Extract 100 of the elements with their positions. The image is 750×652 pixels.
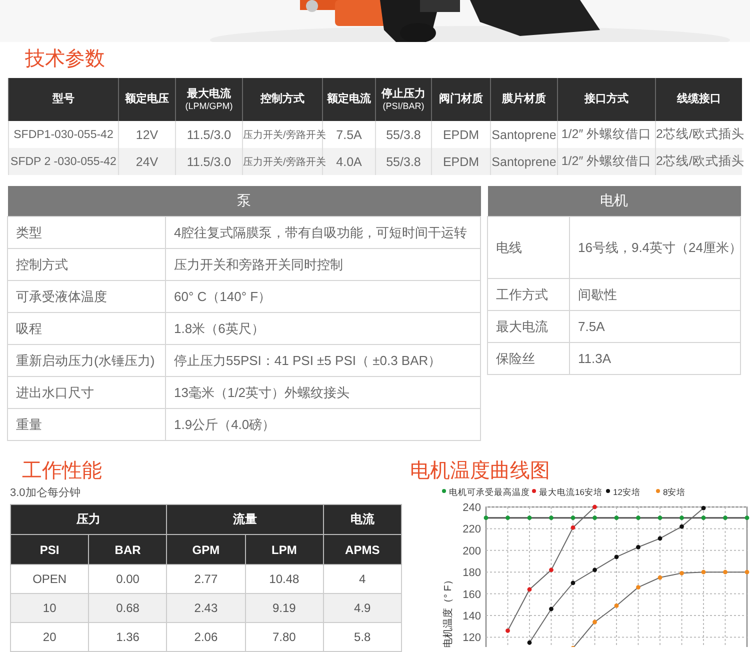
- table-cell: 5.8: [323, 622, 402, 652]
- point: [592, 504, 597, 510]
- point: [506, 628, 510, 633]
- row-value: 1.9公斤（4.0磅）: [166, 408, 480, 440]
- table-cell: 55/3.8: [376, 121, 432, 148]
- row-value: 间歇性: [570, 278, 740, 310]
- row-label: 可承受液体温度: [8, 280, 166, 312]
- column-header: 阀门材质: [432, 78, 490, 121]
- point: [614, 516, 619, 520]
- table-cell: SFDP1-030-055-42: [8, 121, 118, 148]
- group-header: 流量: [166, 504, 324, 534]
- point: [723, 570, 728, 574]
- point: [744, 516, 750, 520]
- point: [658, 536, 662, 541]
- table-cell: 10: [10, 594, 89, 622]
- column-header: BAR: [88, 534, 167, 564]
- y-tick-label: 180: [462, 567, 481, 580]
- point: [592, 568, 597, 572]
- row-label: 进出水口尺寸: [8, 376, 166, 408]
- table-cell: 10.48: [245, 564, 324, 594]
- point: [701, 506, 706, 510]
- row-value: 11.3A: [570, 342, 740, 374]
- group-header: 电流: [323, 504, 402, 534]
- point: [570, 516, 576, 520]
- column-header: 膜片材质: [490, 78, 558, 121]
- column-header: GPM: [166, 534, 246, 564]
- table-cell: 4.9: [323, 594, 402, 622]
- section-subtitle: 3.0加仑每分钟: [9, 486, 82, 501]
- column-header: PSI: [10, 534, 89, 564]
- column-header: 额定电流: [322, 78, 376, 121]
- legend-label: 最大电流16安培: [539, 487, 602, 497]
- table-cell: 11.5/3.0: [176, 121, 242, 148]
- column-header: 接口方式: [558, 78, 656, 121]
- column-header: 线缆接口: [656, 78, 742, 121]
- table-cell: 24V: [118, 148, 176, 175]
- point: [549, 568, 554, 572]
- point: [549, 606, 554, 612]
- point: [701, 570, 706, 574]
- table-cell: 2.06: [166, 622, 246, 652]
- section-title: 工作性能: [21, 459, 103, 483]
- table-cell: 0.00: [88, 564, 167, 594]
- point: [614, 604, 619, 608]
- table-cell: SFDP 2 -030-055-42: [8, 148, 118, 175]
- point: [592, 516, 597, 520]
- row-label: 重量: [8, 408, 166, 440]
- table-cell: 2.77: [166, 564, 246, 594]
- y-tick-label: 220: [462, 524, 481, 536]
- row-label: 类型: [8, 216, 166, 248]
- table-cell: OPEN: [10, 564, 89, 594]
- column-header: 停止压力 (PSI/BAR): [376, 78, 432, 121]
- row-value: 1.8米（6英尺）: [166, 312, 480, 344]
- table-cell: 2芯线/欧式插头: [656, 148, 742, 175]
- row-value: 7.5A: [570, 310, 740, 342]
- table-cell: 9.19: [245, 594, 324, 622]
- point: [592, 620, 597, 624]
- point: [744, 570, 750, 574]
- table-cell: 1/2″ 外螺纹借口: [558, 148, 656, 175]
- point: [527, 640, 532, 645]
- table-header: 泵: [8, 186, 480, 216]
- table-cell: 12V: [118, 121, 176, 148]
- table-cell: 2.43: [166, 594, 246, 622]
- column-header: 控制方式: [242, 78, 322, 121]
- table-cell: EPDM: [432, 148, 490, 175]
- row-label: 控制方式: [8, 248, 166, 280]
- table-cell: 7.80: [245, 622, 324, 652]
- table-cell: 11.5/3.0: [176, 148, 242, 175]
- point: [636, 516, 640, 520]
- column-header: LPM: [245, 534, 324, 564]
- point: [614, 554, 619, 560]
- point: [506, 516, 510, 520]
- row-label: 电线: [488, 216, 570, 278]
- column-header: 额定电压: [118, 78, 176, 121]
- point: [636, 585, 640, 590]
- table-cell: EPDM: [432, 121, 490, 148]
- legend-label: 12安培: [613, 487, 640, 497]
- row-value: 4腔往复式隔膜泵，带有自吸功能，可短时间干运转: [166, 216, 480, 248]
- group-header: 压力: [10, 504, 167, 534]
- point: [570, 580, 576, 586]
- table-cell: 1.36: [88, 622, 167, 652]
- point: [680, 570, 684, 576]
- table-cell: 55/3.8: [376, 148, 432, 175]
- table-cell: 4: [323, 564, 402, 594]
- row-value: 60° C（140° F）: [166, 280, 480, 312]
- y-tick-label: 120: [462, 632, 481, 644]
- point: [636, 544, 640, 550]
- table-cell: 1/2″ 外螺纹借口: [558, 121, 656, 148]
- table-cell: Santoprene: [490, 121, 558, 148]
- y-tick-label: 200: [462, 545, 481, 558]
- y-tick-label: 140: [462, 610, 481, 622]
- point: [570, 525, 576, 530]
- column-header: APMS: [323, 534, 402, 564]
- point: [680, 516, 684, 520]
- row-label: 重新启动压力(水锤压力): [8, 344, 166, 376]
- point: [549, 516, 554, 520]
- section-title: 技术参数: [24, 47, 106, 72]
- y-axis-label: 电机温度（° F）: [443, 575, 454, 647]
- point: [723, 516, 728, 520]
- row-value: 16号线，9.4英寸（24厘米）: [570, 216, 740, 278]
- row-value: 停止压力55PSI：41 PSI ±5 PSI（ ±0.3 BAR）: [166, 344, 480, 376]
- row-label: 工作方式: [488, 278, 570, 310]
